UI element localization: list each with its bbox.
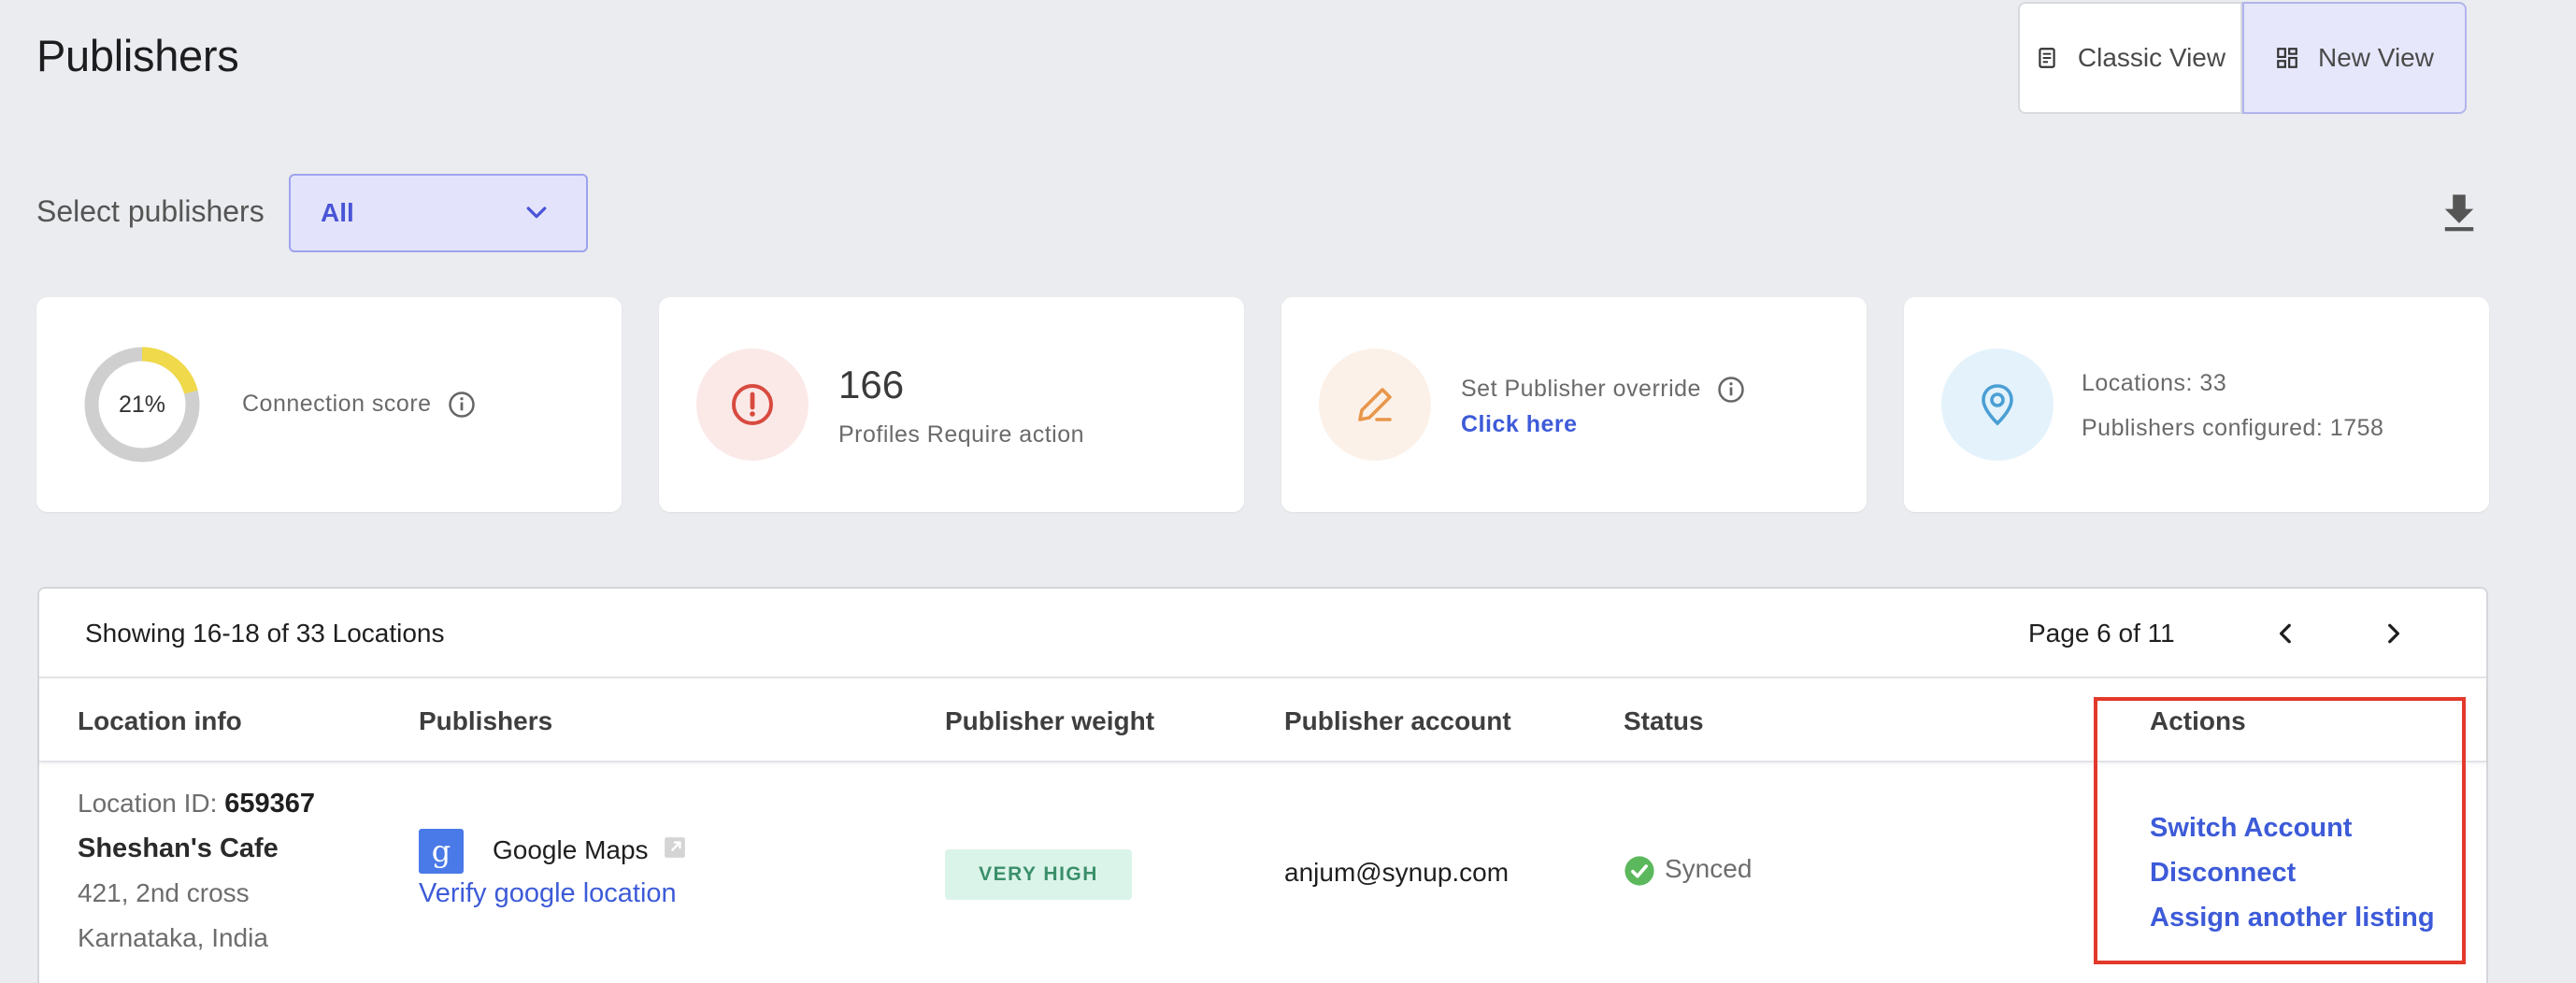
pencil-icon bbox=[1358, 388, 1392, 421]
connection-score-text: Connection score bbox=[242, 391, 476, 419]
dashboard-icon bbox=[2277, 48, 2297, 68]
publisher-account: anjum@synup.com bbox=[1284, 858, 1510, 887]
publisher-override-card: Set Publisher override Click here bbox=[1281, 297, 1867, 512]
column-header-location-info: Location info bbox=[78, 706, 242, 735]
location-address-line1: 421, 2nd cross bbox=[78, 878, 250, 907]
column-header-publisher-account: Publisher account bbox=[1284, 706, 1511, 735]
profiles-label: Profiles Require action bbox=[838, 421, 1085, 448]
info-icon[interactable] bbox=[1717, 376, 1745, 404]
verify-google-location-link[interactable]: Verify google location bbox=[419, 878, 677, 909]
location-address-line2: Karnataka, India bbox=[78, 923, 268, 952]
column-header-publishers: Publishers bbox=[419, 706, 553, 735]
publishers-select[interactable]: All bbox=[289, 174, 588, 252]
location-icon-wrap bbox=[1941, 349, 2054, 461]
connection-score-card: 21% Connection score bbox=[36, 297, 622, 512]
location-id-label: Location ID: bbox=[78, 789, 225, 818]
status-text: Synced bbox=[1665, 854, 1753, 883]
override-label: Set Publisher override bbox=[1461, 376, 1701, 402]
edit-icon-wrap bbox=[1319, 349, 1431, 461]
page-info: Page 6 of 11 bbox=[2028, 619, 2175, 648]
actions-highlight-box bbox=[2094, 697, 2466, 964]
new-view-button[interactable]: New View bbox=[2242, 2, 2467, 114]
publisher-name: Google Maps bbox=[493, 835, 649, 864]
chevron-left-icon bbox=[2279, 623, 2291, 644]
column-header-status: Status bbox=[1624, 706, 1704, 735]
showing-count: Showing 16-18 of 33 Locations bbox=[85, 619, 445, 648]
connection-score-label: Connection score bbox=[242, 391, 432, 417]
status-cell: Synced bbox=[1624, 854, 1752, 887]
publishers-configured: Publishers configured: 1758 bbox=[2082, 415, 2384, 441]
publisher-name-wrap: Google Maps bbox=[493, 835, 687, 865]
alert-icon-wrap bbox=[696, 349, 809, 461]
locations-count: Locations: 33 bbox=[2082, 370, 2227, 396]
download-icon[interactable] bbox=[2440, 192, 2479, 233]
next-page-button[interactable] bbox=[2368, 609, 2417, 658]
info-icon[interactable] bbox=[448, 391, 476, 419]
previous-page-button[interactable] bbox=[2262, 609, 2311, 658]
classic-view-label: Classic View bbox=[2077, 43, 2226, 72]
document-icon bbox=[2039, 48, 2055, 68]
alert-icon bbox=[732, 384, 773, 425]
page-title: Publishers bbox=[36, 31, 239, 80]
locations-summary-card: Locations: 33 Publishers configured: 175… bbox=[1904, 297, 2489, 512]
location-id-value: 659367 bbox=[224, 789, 315, 819]
publishers-select-value: All bbox=[321, 198, 354, 227]
location-id: Location ID: 659367 bbox=[78, 789, 315, 819]
select-publishers-label: Select publishers bbox=[36, 194, 265, 228]
classic-view-button[interactable]: Classic View bbox=[2018, 2, 2242, 114]
profiles-count: 166 bbox=[838, 363, 905, 406]
chevron-down-icon bbox=[526, 207, 547, 219]
location-pin-icon bbox=[1982, 384, 2013, 426]
view-toggle: Classic View New View bbox=[2018, 2, 2467, 114]
override-click-here-link[interactable]: Click here bbox=[1461, 411, 1578, 438]
check-circle-icon bbox=[1624, 856, 1654, 886]
table-toolbar: Showing 16-18 of 33 Locations Page 6 of … bbox=[39, 589, 2486, 678]
publisher-weight-badge: VERY HIGH bbox=[945, 849, 1132, 900]
location-name: Sheshan's Cafe bbox=[78, 833, 279, 863]
google-icon: g bbox=[419, 829, 464, 874]
external-link-icon[interactable] bbox=[663, 835, 687, 860]
profiles-action-card[interactable]: 166 Profiles Require action bbox=[659, 297, 1244, 512]
connection-score-value: 21% bbox=[118, 391, 166, 418]
override-text: Set Publisher override bbox=[1461, 376, 1745, 404]
column-header-publisher-weight: Publisher weight bbox=[945, 706, 1155, 735]
new-view-label: New View bbox=[2318, 43, 2434, 72]
chevron-right-icon bbox=[2388, 623, 2400, 644]
